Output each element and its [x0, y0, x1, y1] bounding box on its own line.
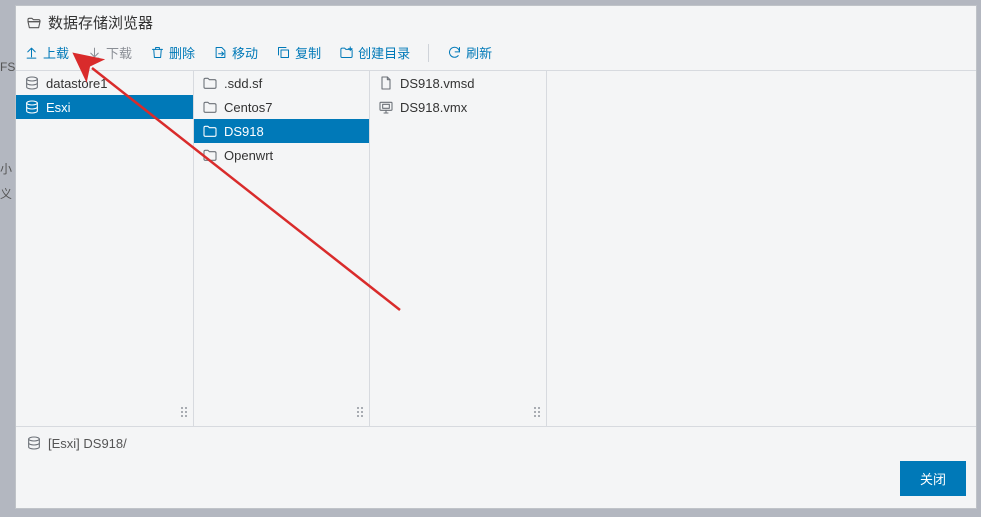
- file-row[interactable]: DS918.vmx: [370, 95, 546, 119]
- folder-row[interactable]: Openwrt: [194, 143, 369, 167]
- refresh-label: 刷新: [466, 43, 492, 62]
- folder-icon: [202, 147, 218, 163]
- browser-column-0: datastore1 Esxi: [16, 71, 194, 426]
- column-resize-grip[interactable]: [16, 398, 193, 426]
- bg-text: 义: [0, 185, 12, 202]
- delete-label: 删除: [169, 43, 195, 62]
- row-label: DS918.vmsd: [400, 76, 474, 91]
- row-label: Openwrt: [224, 148, 273, 163]
- file-icon: [378, 75, 394, 91]
- upload-label: 上载: [43, 43, 69, 62]
- create-directory-button[interactable]: 创建目录: [339, 43, 410, 62]
- folder-list[interactable]: .sdd.sf Centos7 DS918 Openwrt: [194, 71, 369, 398]
- delete-button[interactable]: 删除: [150, 43, 195, 62]
- folder-open-icon: [26, 15, 42, 31]
- vm-icon: [378, 99, 394, 115]
- move-label: 移动: [232, 43, 258, 62]
- browser-column-2: DS918.vmsd DS918.vmx: [370, 71, 547, 426]
- download-label: 下载: [106, 43, 132, 62]
- folder-row[interactable]: DS918: [194, 119, 369, 143]
- move-icon: [213, 45, 228, 60]
- row-label: DS918.vmx: [400, 100, 467, 115]
- row-label: .sdd.sf: [224, 76, 262, 91]
- empty-list: [547, 71, 976, 426]
- upload-button[interactable]: 上载: [24, 43, 69, 62]
- datastore-list[interactable]: datastore1 Esxi: [16, 71, 193, 398]
- dialog-titlebar: 数据存储浏览器: [16, 6, 976, 39]
- folder-row[interactable]: Centos7: [194, 95, 369, 119]
- create-directory-label: 创建目录: [358, 43, 410, 62]
- browser-column-empty: [547, 71, 976, 426]
- move-button[interactable]: 移动: [213, 43, 258, 62]
- datastore-row[interactable]: Esxi: [16, 95, 193, 119]
- dialog-title: 数据存储浏览器: [48, 12, 153, 33]
- close-button[interactable]: 关闭: [900, 461, 966, 496]
- download-button[interactable]: 下载: [87, 43, 132, 62]
- datastore-icon: [26, 435, 42, 451]
- refresh-icon: [447, 45, 462, 60]
- toolbar-separator: [428, 44, 429, 62]
- copy-button[interactable]: 复制: [276, 43, 321, 62]
- datastore-row[interactable]: datastore1: [16, 71, 193, 95]
- column-browser: datastore1 Esxi .sdd.sf Centos7: [16, 71, 976, 427]
- datastore-icon: [24, 75, 40, 91]
- column-resize-grip[interactable]: [194, 398, 369, 426]
- row-label: DS918: [224, 124, 264, 139]
- folder-icon: [202, 123, 218, 139]
- datastore-icon: [24, 99, 40, 115]
- folder-row[interactable]: .sdd.sf: [194, 71, 369, 95]
- folder-icon: [202, 99, 218, 115]
- folder-icon: [202, 75, 218, 91]
- upload-icon: [24, 45, 39, 60]
- trash-icon: [150, 45, 165, 60]
- row-label: Esxi: [46, 100, 71, 115]
- row-label: Centos7: [224, 100, 272, 115]
- file-list[interactable]: DS918.vmsd DS918.vmx: [370, 71, 546, 398]
- dialog-footer: 关闭: [16, 453, 976, 508]
- bg-text: 小: [0, 160, 12, 177]
- toolbar: 上载 下载 删除 移动 复制 创建目录 刷新: [16, 39, 976, 71]
- datastore-browser-dialog: 数据存储浏览器 上载 下载 删除 移动 复制 创建目录 刷新: [15, 5, 977, 509]
- copy-label: 复制: [295, 43, 321, 62]
- download-icon: [87, 45, 102, 60]
- column-resize-grip[interactable]: [370, 398, 546, 426]
- copy-icon: [276, 45, 291, 60]
- status-bar: [Esxi] DS918/: [16, 427, 976, 453]
- refresh-button[interactable]: 刷新: [447, 43, 492, 62]
- new-folder-icon: [339, 45, 354, 60]
- file-row[interactable]: DS918.vmsd: [370, 71, 546, 95]
- row-label: datastore1: [46, 76, 107, 91]
- bg-text: FS: [0, 60, 15, 74]
- browser-column-1: .sdd.sf Centos7 DS918 Openwrt: [194, 71, 370, 426]
- status-path: [Esxi] DS918/: [48, 436, 127, 451]
